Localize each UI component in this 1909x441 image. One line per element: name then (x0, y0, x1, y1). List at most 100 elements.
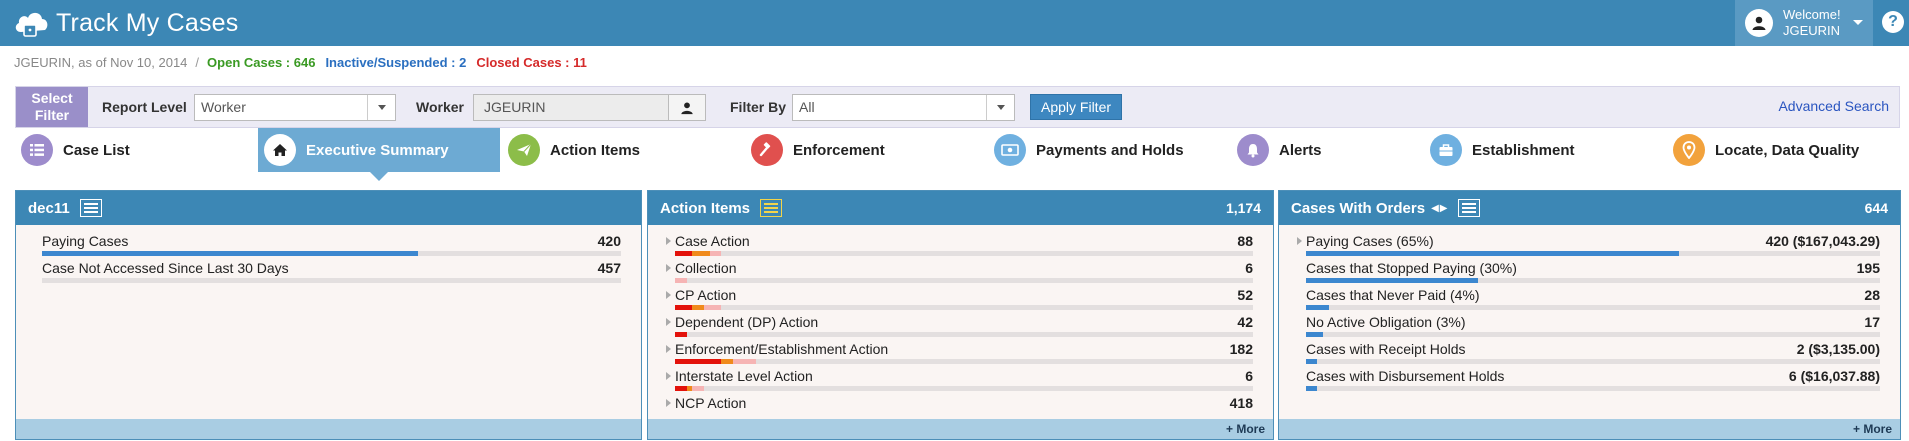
row-label: Paying Cases (42, 233, 129, 249)
cloud-lock-icon (15, 12, 48, 37)
user-icon (1752, 16, 1766, 30)
row-value: 195 (1856, 260, 1880, 276)
report-level-label: Report Level (102, 99, 187, 115)
expand-icon[interactable] (666, 237, 671, 245)
tab-label: Action Items (550, 141, 641, 159)
closed-cases-count[interactable]: Closed Cases : 11 (476, 55, 587, 70)
advanced-search-link[interactable]: Advanced Search (1778, 98, 1889, 114)
paper-plane-icon (508, 134, 540, 166)
report-level-value: Worker (201, 99, 246, 115)
user-menu[interactable]: Welcome! JGEURIN (1735, 0, 1873, 46)
progress-fill (1306, 332, 1324, 337)
progress-fill (42, 251, 419, 256)
filter-by-select[interactable]: All (792, 94, 1015, 121)
progress-track (675, 386, 1253, 391)
help-icon[interactable]: ? (1882, 11, 1904, 33)
list-item[interactable]: Cases that Stopped Paying (30%) 195 (1306, 259, 1880, 286)
breadcrumb: JGEURIN, as of Nov 10, 2014 / Open Cases :… (14, 55, 587, 70)
expand-icon[interactable] (666, 372, 671, 380)
tab-alerts[interactable]: Alerts (1231, 128, 1424, 172)
bar-segment (675, 278, 687, 283)
panel-cases-with-orders: Cases With Orders ◀▶ 644 Paying Cases (6… (1278, 190, 1901, 440)
inactive-cases-count[interactable]: Inactive/Suspended : 2 (325, 55, 466, 70)
row-label: Enforcement/Establishment Action (675, 341, 889, 357)
list-view-icon[interactable] (760, 199, 783, 217)
expand-icon[interactable] (666, 345, 671, 353)
worker-lookup-button[interactable] (668, 94, 706, 121)
list-item[interactable]: Case Not Accessed Since Last 30 Days 457 (42, 259, 621, 286)
report-level-select[interactable]: Worker (194, 94, 396, 121)
tab-payments-and-holds[interactable]: Payments and Holds (988, 128, 1231, 172)
progress-fill (1306, 359, 1318, 364)
map-marker-icon (1673, 134, 1705, 166)
tab-case-list[interactable]: Case List (15, 128, 245, 172)
bar-segment (675, 359, 722, 364)
tab-locate-data-quality[interactable]: Locate, Data Quality (1667, 128, 1900, 172)
progress-track (1306, 386, 1880, 391)
expand-icon[interactable] (1297, 237, 1302, 245)
list-item[interactable]: Collection 6 (666, 259, 1253, 286)
tab-action-items[interactable]: Action Items (502, 128, 745, 172)
list-item[interactable]: Cases that Never Paid (4%) 28 (1306, 286, 1880, 313)
bar-segment (675, 332, 687, 337)
briefcase-icon (1430, 134, 1462, 166)
row-label: Cases that Stopped Paying (30%) (1306, 260, 1517, 276)
row-value: 2 ($3,135.00) (1796, 341, 1880, 357)
worker-field[interactable]: JGEURIN (473, 94, 669, 121)
progress-track (42, 278, 621, 283)
apply-filter-button[interactable]: Apply Filter (1030, 94, 1123, 120)
row-value: 52 (1237, 287, 1253, 303)
row-label: Cases with Disbursement Holds (1306, 368, 1505, 384)
list-item[interactable]: CP Action 52 (666, 286, 1253, 313)
list-item[interactable]: Dependent (DP) Action 42 (666, 313, 1253, 340)
list-item[interactable]: Case Action 88 (666, 232, 1253, 259)
more-link[interactable]: + More (1226, 422, 1265, 436)
list-item[interactable]: Cases with Receipt Holds 2 ($3,135.00) (1306, 340, 1880, 367)
chevron-down-icon (986, 95, 1014, 120)
prev-next-arrows-icon[interactable]: ◀▶ (1431, 203, 1448, 214)
tab-label: Executive Summary (306, 141, 449, 159)
bar-segment (675, 386, 687, 391)
list-item[interactable]: No Active Obligation (3%) 17 (1306, 313, 1880, 340)
list-item[interactable]: Paying Cases 420 (42, 232, 621, 259)
more-link[interactable]: + More (1853, 422, 1892, 436)
row-value: 420 ($167,043.29) (1765, 233, 1880, 249)
list-item[interactable]: Cases with Disbursement Holds 6 ($16,037… (1306, 367, 1880, 394)
expand-icon[interactable] (666, 318, 671, 326)
panel-title: Cases With Orders (1291, 199, 1426, 217)
list-view-icon[interactable] (1458, 199, 1481, 217)
progress-track (1306, 332, 1880, 337)
list-item[interactable]: Interstate Level Action 6 (666, 367, 1253, 394)
panel-footer (16, 419, 641, 439)
tab-establishment[interactable]: Establishment (1424, 128, 1667, 172)
expand-icon[interactable] (666, 291, 671, 299)
tab-label: Case List (63, 141, 130, 159)
progress-fill (1306, 251, 1680, 256)
progress-track (675, 278, 1253, 283)
brand[interactable]: Track My Cases (12, 6, 238, 40)
expand-icon[interactable] (666, 264, 671, 272)
tab-enforcement[interactable]: Enforcement (745, 128, 988, 172)
panel-body: Paying Cases 420 Case Not Accessed Since… (16, 225, 641, 286)
panel-header: dec11 (16, 191, 641, 225)
list-item[interactable]: Paying Cases (65%) 420 ($167,043.29) (1297, 232, 1880, 259)
bar-segment (692, 386, 704, 391)
username: JGEURIN (1783, 23, 1841, 38)
bar-segment (703, 305, 722, 310)
bar-segment (709, 251, 722, 256)
row-value: 28 (1864, 287, 1880, 303)
expand-icon[interactable] (666, 399, 671, 407)
list-view-icon[interactable] (79, 199, 102, 217)
open-cases-count[interactable]: Open Cases : 646 (207, 55, 315, 70)
list-item[interactable]: NCP Action 418 (666, 394, 1253, 421)
tab-label: Payments and Holds (1036, 141, 1184, 159)
chevron-down-icon (1853, 20, 1863, 25)
list-item[interactable]: Enforcement/Establishment Action 182 (666, 340, 1253, 367)
progress-track (675, 251, 1253, 256)
worker-label: Worker (416, 99, 464, 115)
row-label: Case Not Accessed Since Last 30 Days (42, 260, 289, 276)
row-label: Dependent (DP) Action (675, 314, 819, 330)
bell-icon (1237, 134, 1269, 166)
tab-executive-summary[interactable]: Executive Summary (258, 128, 500, 181)
bar-segment (732, 359, 756, 364)
